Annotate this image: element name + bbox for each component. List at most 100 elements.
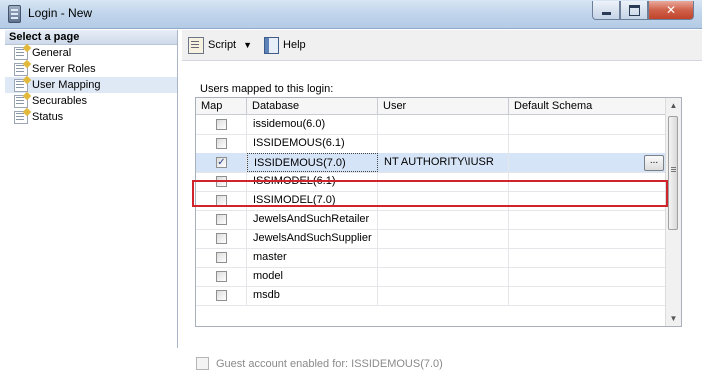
- close-button[interactable]: ✕: [648, 1, 694, 20]
- map-checkbox[interactable]: [216, 176, 227, 187]
- map-cell: [196, 229, 247, 248]
- column-header-default-schema[interactable]: Default Schema: [509, 98, 666, 114]
- map-cell: [196, 191, 247, 210]
- map-checkbox-checked[interactable]: ✓: [216, 157, 227, 168]
- table-row[interactable]: ISSIMODEL(6.1): [196, 172, 666, 192]
- map-checkbox[interactable]: [216, 138, 227, 149]
- scroll-up-icon[interactable]: ▲: [666, 98, 681, 113]
- map-cell: [196, 286, 247, 305]
- guest-account-checkbox[interactable]: [196, 357, 209, 370]
- map-checkbox[interactable]: [216, 119, 227, 130]
- table-row[interactable]: model: [196, 267, 666, 287]
- sidebar-item-status[interactable]: Status: [5, 109, 177, 125]
- table-row[interactable]: JewelsAndSuchRetailer: [196, 210, 666, 230]
- database-cell: model: [247, 267, 378, 286]
- user-cell[interactable]: NT AUTHORITY\IUSR: [378, 153, 509, 172]
- map-checkbox[interactable]: [216, 214, 227, 225]
- schema-cell[interactable]: [509, 153, 666, 172]
- schema-cell[interactable]: [509, 229, 666, 248]
- user-cell[interactable]: [378, 229, 509, 248]
- map-checkbox[interactable]: [216, 195, 227, 206]
- dropdown-arrow-icon[interactable]: ▼: [243, 40, 252, 50]
- table-row[interactable]: issidemou(6.0): [196, 115, 666, 135]
- window-controls: ✕: [592, 1, 694, 20]
- schema-cell[interactable]: [509, 267, 666, 286]
- user-cell[interactable]: [378, 248, 509, 267]
- schema-cell[interactable]: [509, 248, 666, 267]
- user-mapping-panel: Users mapped to this login: Map Database…: [182, 61, 702, 370]
- scroll-thumb[interactable]: [668, 116, 678, 230]
- database-cell: ISSIDEMOUS(6.1): [247, 134, 378, 153]
- map-cell: [196, 134, 247, 153]
- user-mapping-grid: Map Database User Default Schema issidem…: [195, 97, 682, 327]
- schema-cell[interactable]: [509, 210, 666, 229]
- user-cell[interactable]: [378, 134, 509, 153]
- table-row[interactable]: ISSIDEMOUS(6.1): [196, 134, 666, 154]
- title-bar: Login - New ✕: [0, 0, 702, 29]
- schema-cell[interactable]: [509, 191, 666, 210]
- sidebar-item-user-mapping[interactable]: User Mapping: [5, 77, 177, 93]
- sidebar-item-label: Server Roles: [32, 63, 96, 75]
- table-row[interactable]: JewelsAndSuchSupplier: [196, 229, 666, 249]
- user-cell[interactable]: [378, 191, 509, 210]
- map-checkbox[interactable]: [216, 271, 227, 282]
- user-cell[interactable]: [378, 115, 509, 134]
- script-icon: [188, 36, 204, 54]
- grid-header: Map Database User Default Schema: [196, 98, 666, 115]
- guest-account-option: Guest account enabled for: ISSIDEMOUS(7.…: [196, 357, 443, 370]
- window-title: Login - New: [28, 6, 93, 20]
- sidebar-item-label: User Mapping: [32, 79, 101, 91]
- map-cell: ✓: [196, 153, 247, 172]
- minimize-button[interactable]: [592, 1, 620, 20]
- close-icon: ✕: [665, 3, 677, 17]
- schema-cell[interactable]: [509, 134, 666, 153]
- table-row[interactable]: ISSIMODEL(7.0): [196, 191, 666, 211]
- database-cell: msdb: [247, 286, 378, 305]
- sidebar-item-general[interactable]: General: [5, 45, 177, 61]
- sidebar-item-server-roles[interactable]: Server Roles: [5, 61, 177, 77]
- table-row[interactable]: master: [196, 248, 666, 268]
- user-cell[interactable]: [378, 267, 509, 286]
- script-button[interactable]: Script ▼: [188, 36, 252, 54]
- guest-account-label: Guest account enabled for: ISSIDEMOUS(7.…: [216, 357, 443, 370]
- database-cell: issidemou(6.0): [247, 115, 378, 134]
- map-cell: [196, 248, 247, 267]
- help-icon: [264, 36, 280, 54]
- app-icon: [8, 5, 21, 23]
- database-cell: ISSIMODEL(6.1): [247, 172, 378, 191]
- map-cell: [196, 267, 247, 286]
- help-button[interactable]: Help: [264, 36, 306, 54]
- database-cell: master: [247, 248, 378, 267]
- page-icon: [14, 111, 28, 124]
- vertical-scrollbar[interactable]: ▲ ▼: [665, 98, 681, 326]
- page-icon: [14, 47, 28, 60]
- user-cell[interactable]: [378, 172, 509, 191]
- map-checkbox[interactable]: [216, 252, 227, 263]
- content-pane: Script ▼ Help Users mapped to this login…: [182, 30, 702, 370]
- browse-schema-button[interactable]: ...: [644, 155, 664, 171]
- map-checkbox[interactable]: [216, 290, 227, 301]
- sidebar-item-securables[interactable]: Securables: [5, 93, 177, 109]
- schema-cell[interactable]: [509, 172, 666, 191]
- database-cell: ISSIMODEL(7.0): [247, 191, 378, 210]
- toolbar: Script ▼ Help: [182, 30, 702, 60]
- maximize-button[interactable]: [620, 1, 648, 20]
- sidebar-item-label: Status: [32, 111, 64, 123]
- page-icon: [14, 95, 28, 108]
- table-row-selected[interactable]: ✓ ISSIDEMOUS(7.0) NT AUTHORITY\IUSR ...: [196, 153, 666, 173]
- map-cell: [196, 210, 247, 229]
- page-selector-pane: Select a page General Server Roles User …: [5, 30, 178, 348]
- user-cell[interactable]: [378, 210, 509, 229]
- schema-cell[interactable]: [509, 286, 666, 305]
- user-cell[interactable]: [378, 286, 509, 305]
- schema-cell[interactable]: [509, 115, 666, 134]
- map-checkbox[interactable]: [216, 233, 227, 244]
- page-selector-header: Select a page: [5, 30, 177, 45]
- column-header-database[interactable]: Database: [247, 98, 378, 114]
- map-cell: [196, 172, 247, 191]
- map-cell: [196, 115, 247, 134]
- table-row[interactable]: msdb: [196, 286, 666, 306]
- column-header-map[interactable]: Map: [196, 98, 247, 114]
- scroll-down-icon[interactable]: ▼: [666, 311, 681, 326]
- column-header-user[interactable]: User: [378, 98, 509, 114]
